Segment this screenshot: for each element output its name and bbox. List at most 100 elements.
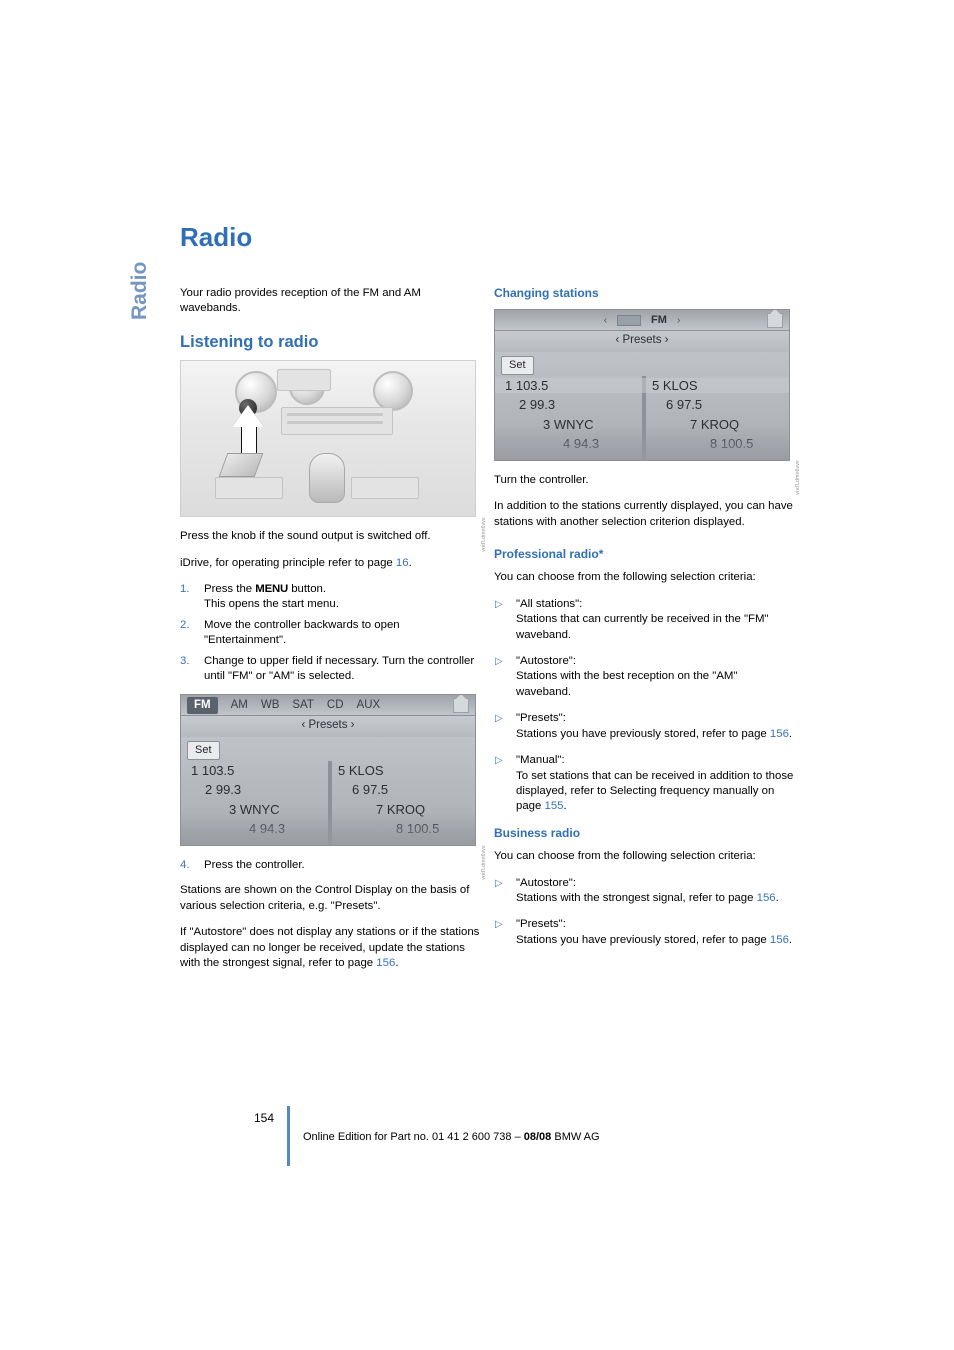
preset-grid-fm: 1 103.5 5 KLOS 2 99.3 6 97.5 3 WNYC 7 KR… — [495, 377, 789, 452]
footer-date: 08/08 — [523, 1131, 552, 1143]
preset-2-fm[interactable]: 2 99.3 — [495, 397, 642, 412]
dash-display-panel — [277, 369, 331, 392]
hand-pointer-shape — [218, 453, 264, 478]
step-2-text: Move the controller backwards to open "E… — [204, 618, 400, 647]
step-1-post: button. — [288, 583, 327, 596]
dashboard-illustration — [180, 360, 476, 518]
page-ref-156-professional[interactable]: 156 — [770, 728, 789, 740]
business-item-0-body: Stations with the strongest signal, refe… — [516, 891, 757, 904]
idrive-ref-post: . — [408, 556, 412, 569]
set-button-fm[interactable]: Set — [501, 355, 534, 376]
preset-1-fm[interactable]: 1 103.5 — [495, 377, 642, 394]
preset-4[interactable]: 4 94.3 — [181, 821, 328, 836]
professional-item-1-title: "Autostore": — [516, 655, 577, 668]
preset-6-fm[interactable]: 6 97.5 — [642, 397, 789, 412]
preset-8[interactable]: 8 100.5 — [328, 821, 475, 836]
figure-credit-fm: vnd'Ldmn6vvv — [794, 460, 801, 496]
right-column: Changing stations ‹ FM › ‹ Presets › Set… — [494, 286, 801, 959]
dash-stripe-2 — [287, 421, 383, 425]
professional-item-presets: ▷ "Presets": Stations you have previousl… — [494, 711, 794, 742]
professional-item-0-title: "All stations": — [516, 597, 583, 610]
chevron-right-icon[interactable]: › — [677, 313, 680, 328]
tab-fm[interactable]: FM — [187, 696, 218, 715]
figure-idrive-sources: FM AM WB SAT CD AUX ‹ Presets › Set 1 10… — [180, 694, 487, 880]
gear-shifter — [309, 453, 345, 504]
press-knob-text: Press the knob if the sound output is sw… — [180, 530, 431, 543]
step-4: 4. Press the controller. — [180, 858, 480, 873]
home-icon-fm[interactable] — [767, 310, 783, 328]
step-3-number: 3. — [180, 654, 190, 667]
step-4-text: Press the controller. — [204, 858, 305, 871]
professional-item-1-body: Stations with the best reception on the … — [516, 670, 738, 698]
professional-item-autostore: ▷ "Autostore": Stations with the best re… — [494, 654, 794, 700]
tab-am[interactable]: AM — [231, 698, 248, 713]
footer-text: Online Edition for Part no. 01 41 2 600 … — [303, 1131, 600, 1143]
triangle-bullet-icon: ▷ — [495, 877, 503, 889]
autostore-text: If "Autostore" does not display any stat… — [180, 925, 480, 971]
chevron-left-icon[interactable]: ‹ — [604, 313, 607, 328]
step-1-pre: Press the — [204, 583, 256, 596]
step-2: 2. Move the controller backwards to open… — [180, 618, 480, 649]
tab-wb[interactable]: WB — [261, 698, 280, 713]
page-ref-16[interactable]: 16 — [396, 557, 409, 569]
presets-header-label-fm[interactable]: ‹ Presets › — [495, 331, 789, 352]
preset-3-fm[interactable]: 3 WNYC — [495, 417, 642, 432]
step-1-line2: This opens the start menu. — [204, 598, 339, 611]
triangle-bullet-icon: ▷ — [495, 755, 503, 767]
business-criteria-list: ▷ "Autostore": Stations with the stronge… — [494, 876, 794, 949]
professional-item-2-title: "Presets": — [516, 712, 566, 725]
tab-aux[interactable]: AUX — [357, 698, 381, 713]
preset-grid: 1 103.5 5 KLOS 2 99.3 6 97.5 3 WNYC 7 KR… — [181, 763, 475, 837]
dash-tray-left — [215, 477, 283, 500]
triangle-bullet-icon: ▷ — [495, 919, 503, 931]
page-ref-156-business-0[interactable]: 156 — [757, 892, 776, 904]
step-3-text: Change to upper field if necessary. Turn… — [204, 654, 475, 683]
professional-item-2-post: . — [788, 727, 793, 740]
business-intro: You can choose from the following select… — [494, 850, 756, 863]
menu-button-label: MENU — [255, 583, 289, 596]
section-heading-listening: Listening to radio — [180, 332, 319, 351]
preset-4-fm[interactable]: 4 94.3 — [495, 436, 642, 451]
business-item-autostore: ▷ "Autostore": Stations with the stronge… — [494, 876, 794, 907]
dash-vent-right — [373, 371, 413, 412]
page-number: 154 — [254, 1111, 275, 1125]
presets-header-label[interactable]: ‹ Presets › — [181, 716, 475, 737]
step-1-number: 1. — [180, 583, 190, 596]
idrive-screen-sources: FM AM WB SAT CD AUX ‹ Presets › Set 1 10… — [180, 694, 476, 846]
steps-list-continued: 4. Press the controller. — [180, 858, 480, 873]
page-ref-156-left[interactable]: 156 — [376, 957, 395, 969]
professional-item-3-post: . — [563, 800, 567, 813]
page-ref-155[interactable]: 155 — [545, 800, 564, 812]
manual-page: Radio Radio Your radio provides receptio… — [0, 0, 954, 1350]
idrive-presets-body: Set 1 103.5 5 KLOS 2 99.3 6 97.5 3 WNYC … — [181, 736, 475, 845]
idrive-ref-text: iDrive, for operating principle refer to… — [180, 556, 480, 571]
business-item-1-post: . — [788, 933, 793, 946]
heading-changing-stations: Changing stations — [494, 286, 599, 300]
intro-paragraph: Your radio provides reception of the FM … — [180, 287, 421, 315]
idrive-source-tabbar: FM AM WB SAT CD AUX — [181, 695, 475, 717]
preset-2[interactable]: 2 99.3 — [181, 782, 328, 797]
triangle-bullet-icon: ▷ — [495, 598, 503, 610]
page-ref-156-business-1[interactable]: 156 — [770, 934, 789, 946]
dash-stripe-1 — [287, 413, 383, 417]
set-button[interactable]: Set — [187, 740, 220, 761]
idrive-source-tabs: FM AM WB SAT CD AUX — [187, 696, 445, 715]
preset-7-fm[interactable]: 7 KROQ — [642, 417, 789, 432]
preset-7[interactable]: 7 KROQ — [328, 802, 475, 817]
figure-credit: vnd'Ldmn6vvv — [480, 517, 487, 552]
source-chip-icon — [617, 314, 642, 326]
preset-1[interactable]: 1 103.5 — [181, 763, 328, 778]
tab-sat[interactable]: SAT — [292, 698, 314, 713]
preset-6[interactable]: 6 97.5 — [328, 782, 475, 797]
preset-8-fm[interactable]: 8 100.5 — [642, 436, 789, 451]
tab-cd[interactable]: CD — [327, 698, 344, 713]
preset-3[interactable]: 3 WNYC — [181, 802, 328, 817]
home-icon[interactable] — [453, 695, 469, 713]
business-item-0-post: . — [775, 891, 779, 904]
heading-professional-radio: Professional radio* — [494, 547, 604, 562]
preset-5-fm[interactable]: 5 KLOS — [642, 377, 789, 394]
chapter-tab-label: Radio — [128, 261, 151, 320]
preset-5[interactable]: 5 KLOS — [328, 763, 475, 778]
professional-intro: You can choose from the following select… — [494, 571, 756, 584]
professional-item-all-stations: ▷ "All stations": Stations that can curr… — [494, 597, 794, 643]
